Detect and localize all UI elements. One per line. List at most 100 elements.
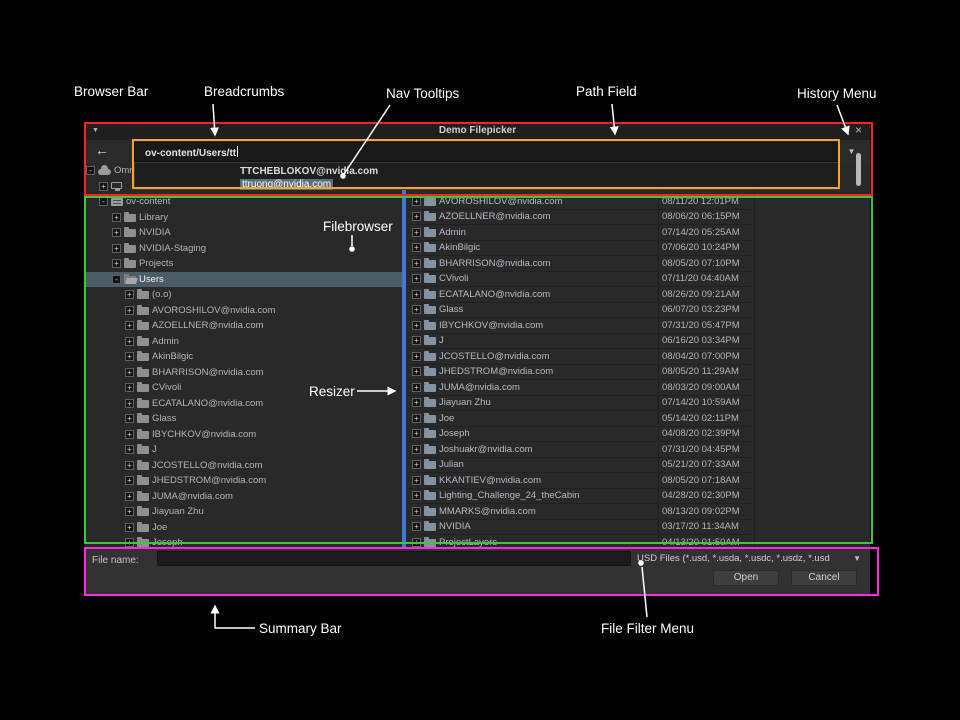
- expander-icon[interactable]: +: [412, 476, 421, 485]
- file-list-row[interactable]: +KKANTIEV@nvidia.com08/05/20 07:18AM: [406, 473, 754, 489]
- file-list-row[interactable]: +Joseph04/08/20 02:39PM: [406, 427, 754, 443]
- expander-icon[interactable]: +: [412, 352, 421, 361]
- file-list-row[interactable]: +ECATALANO@nvidia.com08/26/20 09:21AM: [406, 287, 754, 303]
- expander-icon[interactable]: +: [412, 383, 421, 392]
- tree-item[interactable]: +IBYCHKOV@nvidia.com: [85, 427, 402, 443]
- expander-icon[interactable]: +: [412, 491, 421, 500]
- expander-icon[interactable]: +: [125, 368, 134, 377]
- titlebar[interactable]: ▼ Demo Filepicker ×: [85, 123, 870, 140]
- expander-icon[interactable]: +: [412, 398, 421, 407]
- expander-icon[interactable]: +: [412, 274, 421, 283]
- expander-icon[interactable]: +: [412, 445, 421, 454]
- file-list-row[interactable]: +NVIDIA03/17/20 11:34AM: [406, 520, 754, 536]
- tree-item[interactable]: +Joe: [85, 520, 402, 536]
- expander-icon[interactable]: +: [125, 538, 134, 547]
- file-filter-menu[interactable]: USD Files (*.usd, *.usda, *.usdc, *.usdz…: [637, 551, 863, 566]
- file-list-row[interactable]: +CVivoli07/11/20 04:40AM: [406, 272, 754, 288]
- expander-icon[interactable]: +: [125, 445, 134, 454]
- file-list-row[interactable]: +JUMA@nvidia.com08/03/20 09:00AM: [406, 380, 754, 396]
- expander-icon[interactable]: +: [125, 290, 134, 299]
- file-name-input[interactable]: [157, 551, 631, 566]
- nav-tooltip-item[interactable]: ttruong@nvidia.com: [135, 176, 839, 189]
- file-list-row[interactable]: +AZOELLNER@nvidia.com08/06/20 06:15PM: [406, 210, 754, 226]
- file-list-row[interactable]: +IBYCHKOV@nvidia.com07/31/20 05:47PM: [406, 318, 754, 334]
- close-icon[interactable]: ×: [855, 123, 862, 137]
- expander-icon[interactable]: +: [125, 523, 134, 532]
- expander-icon[interactable]: +: [412, 228, 421, 237]
- open-button[interactable]: Open: [713, 570, 779, 586]
- expander-icon[interactable]: +: [125, 352, 134, 361]
- expander-icon[interactable]: +: [412, 538, 421, 547]
- expander-icon[interactable]: +: [125, 383, 134, 392]
- tree-item[interactable]: +BHARRISON@nvidia.com: [85, 365, 402, 381]
- expander-icon[interactable]: +: [112, 228, 121, 237]
- file-list-row[interactable]: +Lighting_Challenge_24_theCabin04/28/20 …: [406, 489, 754, 505]
- file-list-row[interactable]: +Jiayuan Zhu07/14/20 10:59AM: [406, 396, 754, 412]
- expander-icon[interactable]: +: [412, 290, 421, 299]
- expander-icon[interactable]: +: [412, 197, 421, 206]
- expander-icon[interactable]: -: [112, 275, 121, 284]
- tree-item[interactable]: +J: [85, 442, 402, 458]
- tree-item[interactable]: +JHEDSTROM@nvidia.com: [85, 473, 402, 489]
- expander-icon[interactable]: -: [99, 197, 108, 206]
- file-list-row[interactable]: +JCOSTELLO@nvidia.com08/04/20 07:00PM: [406, 349, 754, 365]
- file-list-row[interactable]: +AVOROSHILOV@nvidia.com08/11/20 12:01PM: [406, 194, 754, 210]
- scrollbar-thumb[interactable]: [856, 153, 861, 186]
- expander-icon[interactable]: +: [125, 414, 134, 423]
- file-list-row[interactable]: +Joshuakr@nvidia.com07/31/20 04:45PM: [406, 442, 754, 458]
- expander-icon[interactable]: +: [112, 244, 121, 253]
- expander-icon[interactable]: -: [86, 166, 95, 175]
- tree-item[interactable]: +Admin: [85, 334, 402, 350]
- file-list-row[interactable]: +Joe05/14/20 02:11PM: [406, 411, 754, 427]
- tree-item[interactable]: -ov-content: [85, 194, 402, 210]
- file-list-row[interactable]: +J06/16/20 03:34PM: [406, 334, 754, 350]
- expander-icon[interactable]: +: [412, 414, 421, 423]
- tree-item[interactable]: +JCOSTELLO@nvidia.com: [85, 458, 402, 474]
- expander-icon[interactable]: +: [412, 507, 421, 516]
- expander-icon[interactable]: +: [125, 337, 134, 346]
- expander-icon[interactable]: +: [412, 460, 421, 469]
- cancel-button[interactable]: Cancel: [791, 570, 857, 586]
- tree-item[interactable]: +Joseph: [85, 535, 402, 547]
- expander-icon[interactable]: +: [412, 305, 421, 314]
- file-list-row[interactable]: +Glass06/07/20 03:23PM: [406, 303, 754, 319]
- expander-icon[interactable]: +: [412, 367, 421, 376]
- expander-icon[interactable]: +: [412, 212, 421, 221]
- file-list-row[interactable]: +Julian05/21/20 07:33AM: [406, 458, 754, 474]
- expander-icon[interactable]: +: [125, 321, 134, 330]
- tree-item[interactable]: +JUMA@nvidia.com: [85, 489, 402, 505]
- path-field[interactable]: ov-content/Users/tt: [134, 142, 840, 162]
- file-list-row[interactable]: +Admin07/14/20 05:25AM: [406, 225, 754, 241]
- tree-item[interactable]: +(o.o): [85, 287, 402, 303]
- tree-item[interactable]: +Jiayuan Zhu: [85, 504, 402, 520]
- file-list-row[interactable]: +ProjectLayers04/13/20 01:50AM: [406, 535, 754, 547]
- expander-icon[interactable]: +: [412, 321, 421, 330]
- tree-item[interactable]: +AVOROSHILOV@nvidia.com: [85, 303, 402, 319]
- tree-item[interactable]: -Users: [85, 272, 402, 288]
- file-list-row[interactable]: +JHEDSTROM@nvidia.com08/05/20 11:29AM: [406, 365, 754, 381]
- file-list-row[interactable]: +AkinBilgic07/06/20 10:24PM: [406, 241, 754, 257]
- tree-item[interactable]: +Glass: [85, 411, 402, 427]
- expander-icon[interactable]: +: [99, 182, 108, 191]
- expander-icon[interactable]: +: [125, 430, 134, 439]
- expander-icon[interactable]: +: [412, 522, 421, 531]
- expander-icon[interactable]: +: [125, 306, 134, 315]
- file-list-row[interactable]: +MMARKS@nvidia.com08/13/20 09:02PM: [406, 504, 754, 520]
- expander-icon[interactable]: +: [412, 336, 421, 345]
- expander-icon[interactable]: +: [112, 259, 121, 268]
- expander-icon[interactable]: +: [412, 243, 421, 252]
- expander-icon[interactable]: +: [112, 213, 121, 222]
- expander-icon[interactable]: +: [125, 476, 134, 485]
- expander-icon[interactable]: +: [125, 492, 134, 501]
- nav-tooltip-item[interactable]: TTCHEBLOKOV@nvidia.com: [135, 163, 839, 176]
- expander-icon[interactable]: +: [412, 429, 421, 438]
- expander-icon[interactable]: +: [125, 507, 134, 516]
- expander-icon[interactable]: +: [125, 461, 134, 470]
- expander-icon[interactable]: +: [125, 399, 134, 408]
- tree-item[interactable]: +AkinBilgic: [85, 349, 402, 365]
- expander-icon[interactable]: +: [412, 259, 421, 268]
- file-list-row[interactable]: +BHARRISON@nvidia.com08/05/20 07:10PM: [406, 256, 754, 272]
- tree-item[interactable]: +AZOELLNER@nvidia.com: [85, 318, 402, 334]
- tree-item[interactable]: +Projects: [85, 256, 402, 272]
- back-arrow-icon[interactable]: ←: [95, 142, 109, 158]
